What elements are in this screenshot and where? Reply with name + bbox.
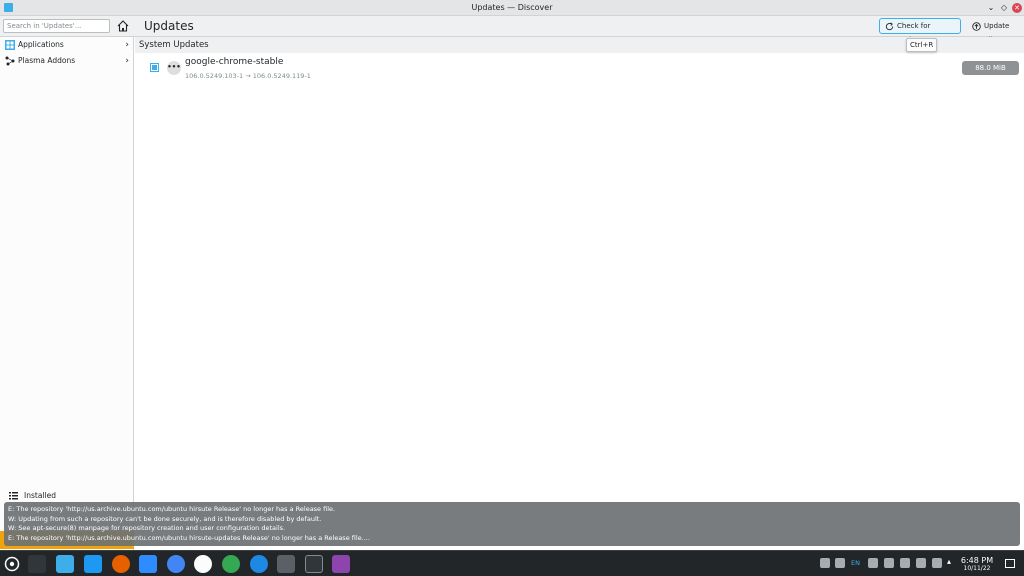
package-version: 106.0.5249.103-1 → 106.0.5249.119-1 [185,72,311,80]
package-size: 88.0 MiB [962,61,1019,75]
main-content: System Updates ••• google-chrome-stable … [135,37,1024,550]
error-line: E: The repository 'http://us.archive.ubu… [8,505,336,513]
sidebar-item-label: Applications [18,40,64,49]
applications-icon [5,40,15,50]
sidebar-item-label: Installed [24,491,56,500]
maximize-button[interactable]: ◇ [999,3,1009,13]
zoom-icon[interactable] [139,555,157,573]
media-app-icon[interactable] [332,555,350,573]
app-launcher-icon[interactable] [4,556,20,572]
task-manager-icon[interactable] [28,555,46,573]
wifi-icon[interactable] [932,558,942,568]
clock-date: 10/11/22 [963,565,991,572]
calculator-icon[interactable] [277,555,295,573]
package-name: google-chrome-stable [185,57,284,67]
keyboard-layout-indicator[interactable]: EN [851,559,860,567]
show-desktop-icon[interactable] [1005,559,1015,568]
sidebar-item-plasma-addons[interactable]: Plasma Addons › [0,53,134,69]
clock-time: 6:48 PM [960,556,994,565]
firefox-icon[interactable] [112,555,130,573]
camera-tray-icon[interactable] [835,558,845,568]
window-title: Updates — Discover [471,3,553,12]
dolphin-files-icon[interactable] [84,555,102,573]
bluetooth-icon[interactable] [916,558,926,568]
clock[interactable]: 6:48 PM 10/11/22 [958,556,996,573]
update-row[interactable]: ••• google-chrome-stable 106.0.5249.103-… [135,53,1024,87]
chromium-icon[interactable] [167,555,185,573]
clipboard-icon[interactable] [884,558,894,568]
page-title: Updates [144,19,194,33]
home-button[interactable] [117,19,129,33]
sidebar-item-applications[interactable]: Applications › [0,37,134,53]
sidebar: Applications › Plasma Addons › Installed [0,37,134,550]
settings-app-icon[interactable] [194,555,212,573]
title-bar: Updates — Discover ⌄ ◇ ✕ [0,0,1024,16]
taskbar: EN ▴ 6:48 PM 10/11/22 [0,550,1024,576]
minimize-button[interactable]: ⌄ [986,3,996,13]
update-checkbox[interactable] [150,63,159,72]
settings-tray-icon[interactable] [820,558,830,568]
header-toolbar: Search in 'Updates'... Updates Check for… [0,16,1024,44]
terminal-icon[interactable] [305,555,323,573]
kde-connect-icon[interactable] [868,558,878,568]
tray-expand-icon[interactable]: ▴ [947,557,951,566]
volume-icon[interactable] [900,558,910,568]
chrome-icon[interactable] [222,555,240,573]
close-button[interactable]: ✕ [1012,3,1022,13]
refresh-icon [885,22,894,31]
plasma-icon [5,56,15,66]
search-input[interactable]: Search in 'Updates'... [3,19,110,33]
section-title: System Updates [135,37,1024,53]
chevron-right-icon: › [125,56,129,66]
installed-icon [9,492,18,500]
error-line: W: Updating from such a repository can't… [8,514,322,523]
chevron-right-icon: › [125,40,129,50]
error-notification: E: The repository 'http://us.archive.ubu… [4,502,1020,546]
update-icon [972,22,981,31]
update-all-button[interactable]: Update All [966,18,1020,44]
error-line: W: See apt-secure(8) manpage for reposit… [8,524,286,533]
discover-taskbar-icon[interactable] [56,555,74,573]
sidebar-item-label: Plasma Addons [18,56,76,65]
check-for-updates-button[interactable]: Check for Updates [879,18,961,44]
browser-icon[interactable] [250,555,268,573]
sidebar-item-installed[interactable]: Installed [0,489,134,502]
home-icon [117,20,129,32]
package-icon: ••• [167,61,181,75]
error-line: E: The repository 'http://us.archive.ubu… [8,533,370,542]
shortcut-tooltip: Ctrl+R [906,38,938,52]
